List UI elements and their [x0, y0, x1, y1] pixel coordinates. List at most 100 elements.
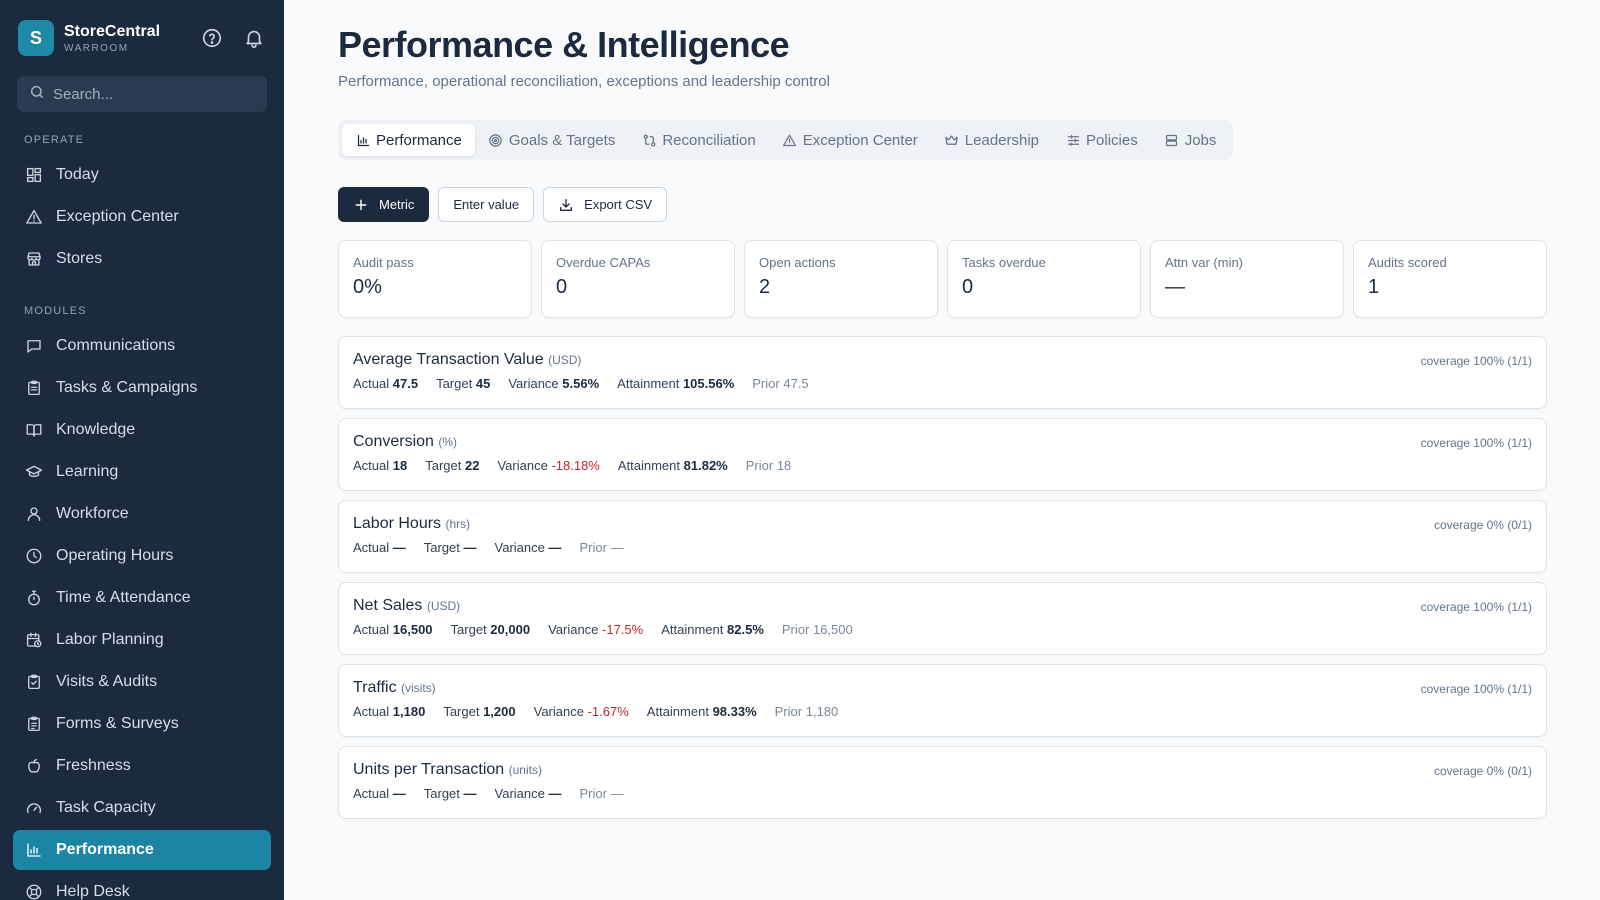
sidebar-item-stores[interactable]: Stores: [13, 239, 271, 279]
sidebar-item-freshness[interactable]: Freshness: [13, 746, 271, 786]
brand: S StoreCentral WARROOM: [0, 0, 284, 56]
kpi-card-audits-scored: Audits scored 1: [1353, 240, 1547, 318]
tab-leadership[interactable]: Leadership: [931, 124, 1052, 156]
kpi-row: Audit pass 0% Overdue CAPAs 0 Open actio…: [338, 240, 1547, 318]
attainment-value: 98.33%: [712, 704, 757, 719]
attainment-label: Attainment: [661, 622, 724, 637]
tab-label: Performance: [376, 131, 462, 149]
alert-triangle-icon: [24, 207, 44, 227]
attainment-value: 105.56%: [682, 376, 735, 391]
tab-policies[interactable]: Policies: [1052, 124, 1151, 156]
enter-value-button[interactable]: Enter value: [438, 187, 535, 222]
sidebar-item-label: Visits & Audits: [56, 673, 158, 690]
lifebuoy-icon: [24, 882, 44, 900]
target-label: Target: [423, 540, 460, 555]
variance-label: Variance: [533, 704, 584, 719]
sidebar-item-operating-hours[interactable]: Operating Hours: [13, 536, 271, 576]
attainment-value: 81.82%: [683, 458, 728, 473]
sidebar-item-labor-planning[interactable]: Labor Planning: [13, 620, 271, 660]
sidebar-item-label: Stores: [56, 250, 103, 267]
metric-card[interactable]: Labor Hours (hrs) coverage 0% (0/1) Actual…: [338, 500, 1547, 573]
target-label: Target: [425, 458, 462, 473]
target-label: Target: [443, 704, 480, 719]
target-label: Target: [436, 376, 473, 391]
metric-list: Average Transaction Value (USD) coverage …: [338, 336, 1547, 828]
target-label: Target: [423, 786, 460, 801]
sidebar-item-tasks-campaigns[interactable]: Tasks & Campaigns: [13, 368, 271, 408]
sidebar-item-time-attendance[interactable]: Time & Attendance: [13, 578, 271, 618]
user-icon: [24, 504, 44, 524]
section-label-operate: OPERATE: [24, 134, 85, 146]
tab-bar: Performance Goals & Targets Reconciliati…: [338, 120, 1234, 160]
sidebar-item-exception-center[interactable]: Exception Center: [13, 197, 271, 237]
target-icon: [488, 132, 504, 148]
actual-label: Actual: [353, 704, 390, 719]
metric-card[interactable]: Traffic (visits) coverage 100% (1/1) Actua…: [338, 664, 1547, 737]
metric-target: Target —: [424, 540, 477, 555]
kpi-value: 0: [962, 276, 974, 298]
metric-card[interactable]: Net Sales (USD) coverage 100% (1/1) Actual…: [338, 582, 1547, 655]
metric-card[interactable]: Conversion (%) coverage 100% (1/1) Actual …: [338, 418, 1547, 491]
tab-label: Goals & Targets: [508, 131, 616, 149]
sidebar-item-knowledge[interactable]: Knowledge: [13, 410, 271, 450]
sidebar-item-label: Tasks & Campaigns: [56, 379, 198, 396]
attainment-value: 82.5%: [727, 622, 764, 637]
metric-prior: Prior 16,500: [782, 622, 853, 637]
export-csv-label: Export CSV: [584, 197, 653, 212]
metric-coverage: coverage 100% (1/1): [1420, 354, 1532, 368]
metric-target: Target —: [424, 786, 477, 801]
sliders-icon: [1065, 132, 1081, 148]
target-label: Target: [450, 622, 487, 637]
tab-goals-targets[interactable]: Goals & Targets: [475, 124, 628, 156]
prior-label: Prior: [579, 786, 607, 801]
sidebar-item-communications[interactable]: Communications: [13, 326, 271, 366]
prior-value: —: [610, 786, 624, 801]
metric-attainment: Attainment 82.5%: [661, 622, 764, 637]
tab-reconciliation[interactable]: Reconciliation: [628, 124, 768, 156]
prior-label: Prior: [774, 704, 803, 719]
sidebar-item-learning[interactable]: Learning: [13, 452, 271, 492]
actual-label: Actual: [353, 540, 390, 555]
sidebar-item-visits-audits[interactable]: Visits & Audits: [13, 662, 271, 702]
search-input[interactable]: [53, 85, 253, 103]
sidebar-item-performance[interactable]: Performance: [13, 830, 271, 870]
sidebar-item-label: Freshness: [56, 757, 131, 774]
export-csv-button[interactable]: Export CSV: [543, 187, 668, 222]
variance-value: —: [548, 786, 562, 801]
metric-prior: Prior 1,180: [775, 704, 839, 719]
kpi-card-audit-pass: Audit pass 0%: [338, 240, 532, 318]
actual-value: 1,180: [392, 704, 426, 719]
metric-target: Target 20,000: [451, 622, 531, 637]
tab-performance[interactable]: Performance: [342, 124, 475, 156]
metric-values: Actual 16,500 Target 20,000 Variance -17.5…: [353, 622, 1532, 637]
sidebar-item-forms-surveys[interactable]: Forms & Surveys: [13, 704, 271, 744]
bell-icon[interactable]: [242, 26, 266, 50]
clock-icon: [24, 546, 44, 566]
help-icon[interactable]: [200, 26, 224, 50]
variance-value: 5.56%: [562, 376, 600, 391]
tab-jobs[interactable]: Jobs: [1151, 124, 1230, 156]
actual-value: —: [392, 786, 406, 801]
metric-values: Actual 18 Target 22 Variance -18.18% Attain…: [353, 458, 1532, 473]
metric-attainment: Attainment 105.56%: [617, 376, 734, 391]
metric-prior: Prior —: [580, 786, 624, 801]
sidebar-item-help-desk[interactable]: Help Desk: [13, 872, 271, 900]
sidebar-item-today[interactable]: Today: [13, 155, 271, 195]
metric-prior: Prior 18: [746, 458, 792, 473]
sidebar-item-task-capacity[interactable]: Task Capacity: [13, 788, 271, 828]
sidebar-item-label: Learning: [56, 463, 119, 480]
metric-name: Net Sales: [353, 597, 423, 614]
add-metric-button[interactable]: Metric: [338, 187, 430, 222]
sidebar-item-workforce[interactable]: Workforce: [13, 494, 271, 534]
alert-triangle-icon: [782, 132, 798, 148]
actual-value: —: [392, 540, 406, 555]
metric-unit: (USD): [548, 353, 582, 367]
variance-label: Variance: [494, 786, 545, 801]
metric-variance: Variance —: [495, 786, 562, 801]
metric-card[interactable]: Average Transaction Value (USD) coverage …: [338, 336, 1547, 409]
metric-card[interactable]: Units per Transaction (units) coverage 0%…: [338, 746, 1547, 819]
metric-unit: (units): [508, 763, 542, 777]
tab-exception-center[interactable]: Exception Center: [769, 124, 931, 156]
metric-prior: Prior 47.5: [752, 376, 808, 391]
search-box[interactable]: [17, 76, 267, 112]
